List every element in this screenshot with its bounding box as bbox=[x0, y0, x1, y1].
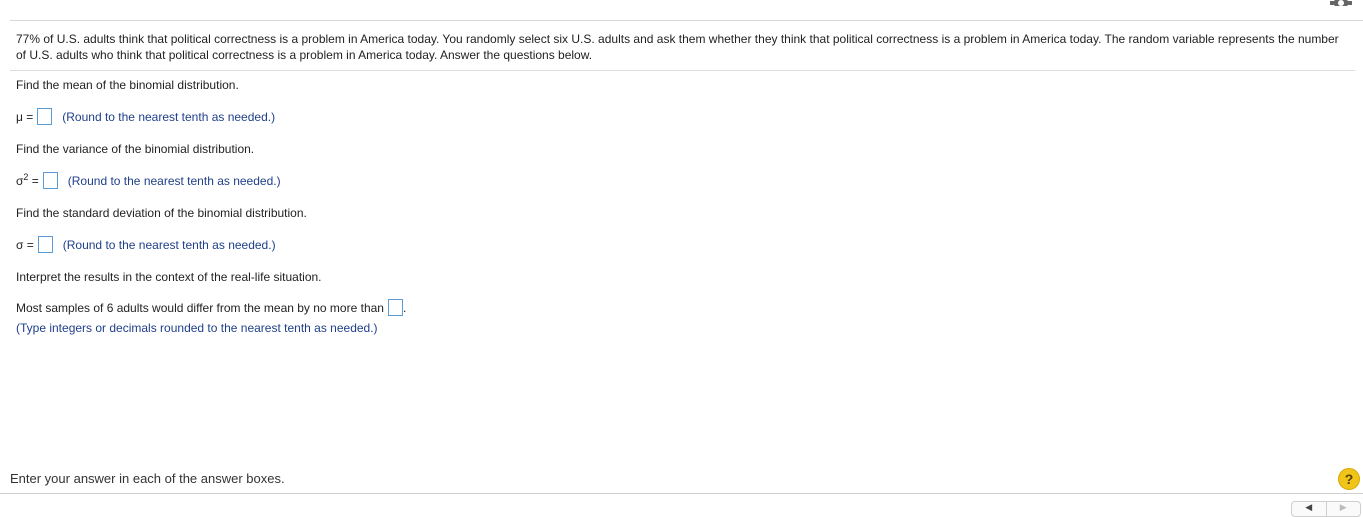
bottom-divider bbox=[0, 493, 1363, 494]
question-pager: ◀ ▶ bbox=[1291, 501, 1361, 517]
sd-symbol: σ = bbox=[16, 237, 34, 252]
pager-next-button[interactable]: ▶ bbox=[1325, 502, 1361, 516]
variance-hint: (Round to the nearest tenth as needed.) bbox=[67, 173, 281, 188]
mean-symbol: μ = bbox=[16, 109, 34, 124]
top-divider bbox=[10, 20, 1363, 21]
help-icon[interactable]: ? bbox=[1338, 468, 1360, 490]
sd-prompt: Find the standard deviation of the binom… bbox=[16, 206, 307, 220]
section-divider bbox=[10, 70, 1355, 71]
sd-hint: (Round to the nearest tenth as needed.) bbox=[62, 237, 276, 252]
interpret-answer-row: Most samples of 6 adults would differ fr… bbox=[16, 299, 406, 316]
variance-symbol: σ2 = bbox=[16, 172, 39, 188]
gear-icon[interactable] bbox=[1330, 0, 1352, 6]
mean-hint: (Round to the nearest tenth as needed.) bbox=[62, 109, 276, 124]
interpret-answer-box[interactable] bbox=[387, 299, 403, 316]
pager-prev-button[interactable]: ◀ bbox=[1292, 502, 1326, 516]
mean-prompt: Find the mean of the binomial distributi… bbox=[16, 78, 239, 92]
mean-answer-box[interactable] bbox=[37, 108, 53, 125]
footer-instruction: Enter your answer in each of the answer … bbox=[10, 471, 285, 486]
problem-statement: 77% of U.S. adults think that political … bbox=[16, 32, 1339, 62]
variance-answer-box[interactable] bbox=[42, 172, 58, 189]
interpret-hint: (Type integers or decimals rounded to th… bbox=[16, 321, 378, 335]
variance-symbol-equals: = bbox=[28, 173, 39, 188]
sd-answer-row: σ = (Round to the nearest tenth as neede… bbox=[16, 236, 276, 253]
mean-answer-row: μ = (Round to the nearest tenth as neede… bbox=[16, 108, 275, 125]
interpret-period: . bbox=[402, 300, 407, 315]
variance-answer-row: σ2 = (Round to the nearest tenth as need… bbox=[16, 172, 281, 189]
interpret-sentence: Most samples of 6 adults would differ fr… bbox=[16, 300, 384, 315]
sd-answer-box[interactable] bbox=[37, 236, 53, 253]
variance-prompt: Find the variance of the binomial distri… bbox=[16, 142, 255, 156]
interpret-prompt: Interpret the results in the context of … bbox=[16, 270, 322, 284]
